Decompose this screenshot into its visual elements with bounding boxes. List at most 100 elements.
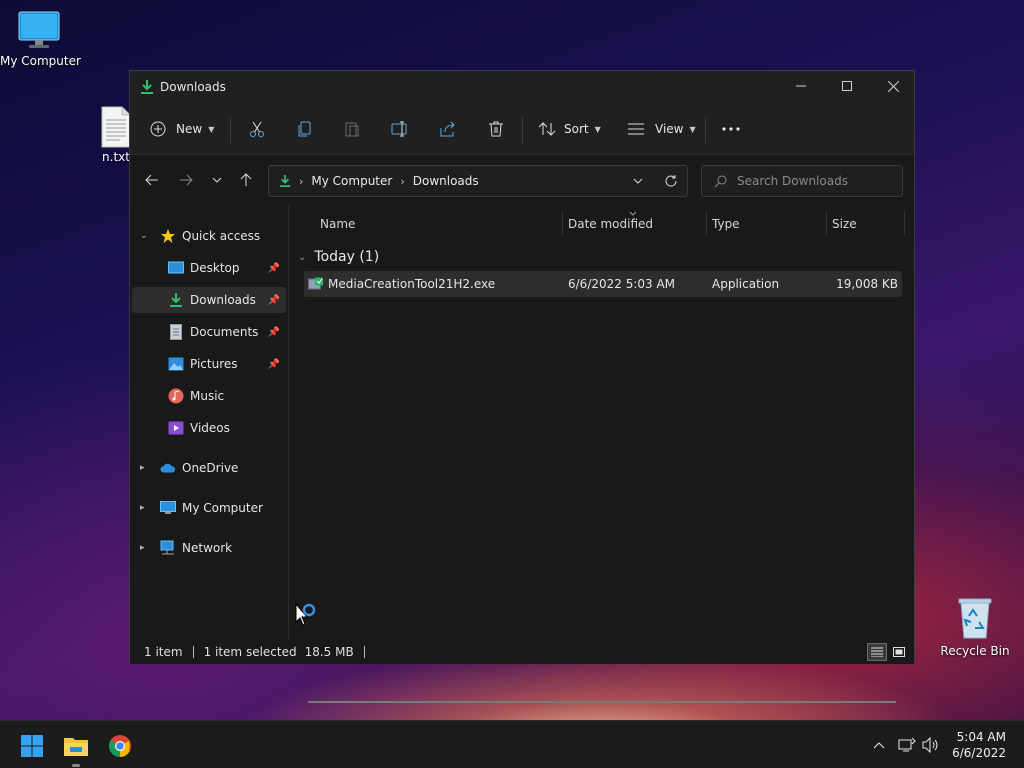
download-arrow-icon (279, 175, 291, 187)
column-divider[interactable] (562, 211, 563, 235)
nav-item-videos[interactable]: Videos (132, 415, 286, 441)
minimize-button[interactable] (778, 71, 824, 101)
group-header-today[interactable]: ⌄ Today (1) (298, 245, 379, 269)
network-icon (898, 737, 916, 752)
nav-item-downloads[interactable]: Downloads 📌 (132, 287, 286, 313)
column-header-date[interactable]: Date modified (568, 213, 653, 235)
start-button[interactable] (12, 729, 52, 763)
pin-icon: 📌 (267, 358, 280, 370)
file-explorer-taskbar-button[interactable] (56, 729, 96, 767)
desktop-icon-label: My Computer (0, 54, 81, 68)
copy-button[interactable] (296, 115, 314, 143)
column-divider[interactable] (706, 211, 707, 235)
view-label: View (655, 122, 684, 136)
sort-indicator-icon (629, 211, 637, 216)
volume-button[interactable] (921, 735, 941, 755)
sort-button[interactable]: Sort ▼ (538, 115, 601, 143)
nav-quick-access[interactable]: ⌄ Quick access (132, 223, 286, 249)
up-button[interactable] (234, 169, 258, 191)
new-label: New (176, 122, 203, 136)
text-file-icon (101, 106, 131, 148)
more-icon (722, 127, 740, 131)
network-status-button[interactable] (897, 735, 917, 755)
nav-onedrive[interactable]: ▸ OneDrive (132, 455, 286, 481)
chevron-down-icon[interactable] (633, 178, 643, 184)
maximize-button[interactable] (824, 71, 870, 101)
refresh-icon[interactable] (664, 174, 678, 188)
breadcrumb-my-computer[interactable]: My Computer (311, 174, 392, 188)
chevron-down-icon: ⌄ (140, 231, 148, 241)
taskbar-clock[interactable]: 5:04 AM 6/6/2022 (952, 729, 1006, 761)
status-selected-count: 1 item selected (203, 645, 297, 659)
nav-item-label: Desktop (190, 261, 240, 275)
taskbar: 5:04 AM 6/6/2022 (0, 720, 1024, 768)
nav-item-label: Videos (190, 421, 230, 435)
nav-item-label: My Computer (182, 501, 263, 515)
large-icons-view-icon (893, 647, 905, 657)
sort-label: Sort (564, 122, 589, 136)
paste-button[interactable] (343, 115, 361, 143)
desktop-icon-my-computer[interactable]: My Computer (0, 10, 81, 68)
nav-item-label: Pictures (190, 357, 238, 371)
column-header-name[interactable]: Name (320, 213, 355, 235)
column-header-size[interactable]: Size (832, 213, 857, 235)
paste-icon (345, 122, 359, 137)
nav-item-music[interactable]: Music (132, 383, 286, 409)
forward-arrow-icon (180, 174, 193, 186)
maximize-icon (842, 81, 852, 91)
recent-locations-button[interactable] (205, 169, 229, 191)
forward-button[interactable] (174, 169, 198, 191)
column-divider[interactable] (826, 211, 827, 235)
share-icon (440, 121, 455, 137)
nav-item-label: Network (182, 541, 233, 555)
nav-item-pictures[interactable]: Pictures 📌 (132, 351, 286, 377)
nav-item-desktop[interactable]: Desktop 📌 (132, 255, 286, 281)
column-divider[interactable] (904, 211, 905, 235)
title-bar[interactable]: Downloads (130, 71, 914, 103)
back-button[interactable] (140, 169, 164, 191)
large-icons-view-button[interactable] (889, 643, 909, 661)
toolbar-divider (705, 117, 706, 143)
desktop-icon-recycle-bin[interactable]: Recycle Bin (940, 596, 1010, 658)
details-view-button[interactable] (867, 643, 887, 661)
file-name: MediaCreationTool21H2.exe (328, 277, 496, 291)
file-row[interactable]: MediaCreationTool21H2.exe 6/6/2022 5:03 … (304, 271, 902, 297)
breadcrumb-downloads[interactable]: Downloads (413, 174, 479, 188)
status-item-count: 1 item (144, 645, 183, 659)
more-options-button[interactable] (722, 115, 740, 143)
file-type: Application (712, 277, 780, 291)
chevron-down-icon: ▼ (689, 124, 696, 134)
navigation-bar: › My Computer › Downloads Search Downloa… (130, 155, 914, 205)
delete-button[interactable] (487, 115, 505, 143)
back-arrow-icon (145, 174, 158, 186)
pane-splitter[interactable] (288, 205, 289, 640)
view-icon (628, 123, 644, 135)
command-bar: New ▼ Sort ▼ View ▼ (130, 103, 914, 155)
cut-button[interactable] (248, 115, 266, 143)
column-header-type[interactable]: Type (712, 213, 740, 235)
videos-icon (168, 420, 184, 436)
view-button[interactable]: View ▼ (627, 115, 696, 143)
window-title: Downloads (160, 80, 226, 94)
breadcrumb-chevron-icon: › (400, 174, 405, 188)
horizontal-scrollbar[interactable] (308, 701, 896, 703)
busy-cursor-icon (295, 603, 316, 626)
address-bar[interactable]: › My Computer › Downloads (268, 165, 688, 197)
rename-button[interactable] (391, 115, 409, 143)
new-button[interactable]: New ▼ (150, 115, 214, 143)
up-arrow-icon (240, 173, 252, 186)
file-list-pane: Name Date modified Type Size ⌄ Today (1)… (290, 205, 914, 703)
volume-icon (922, 737, 938, 753)
close-button[interactable] (870, 71, 916, 101)
sort-icon (538, 122, 556, 136)
delete-icon (489, 121, 503, 137)
search-box[interactable]: Search Downloads (701, 165, 903, 197)
show-hidden-icons-button[interactable] (869, 735, 889, 755)
nav-network[interactable]: ▸ Network (132, 535, 286, 561)
chrome-taskbar-button[interactable] (100, 729, 140, 763)
share-button[interactable] (439, 115, 457, 143)
nav-item-documents[interactable]: Documents 📌 (132, 319, 286, 345)
search-placeholder: Search Downloads (737, 174, 848, 188)
nav-my-computer[interactable]: ▸ My Computer (132, 495, 286, 521)
status-divider (192, 646, 194, 658)
